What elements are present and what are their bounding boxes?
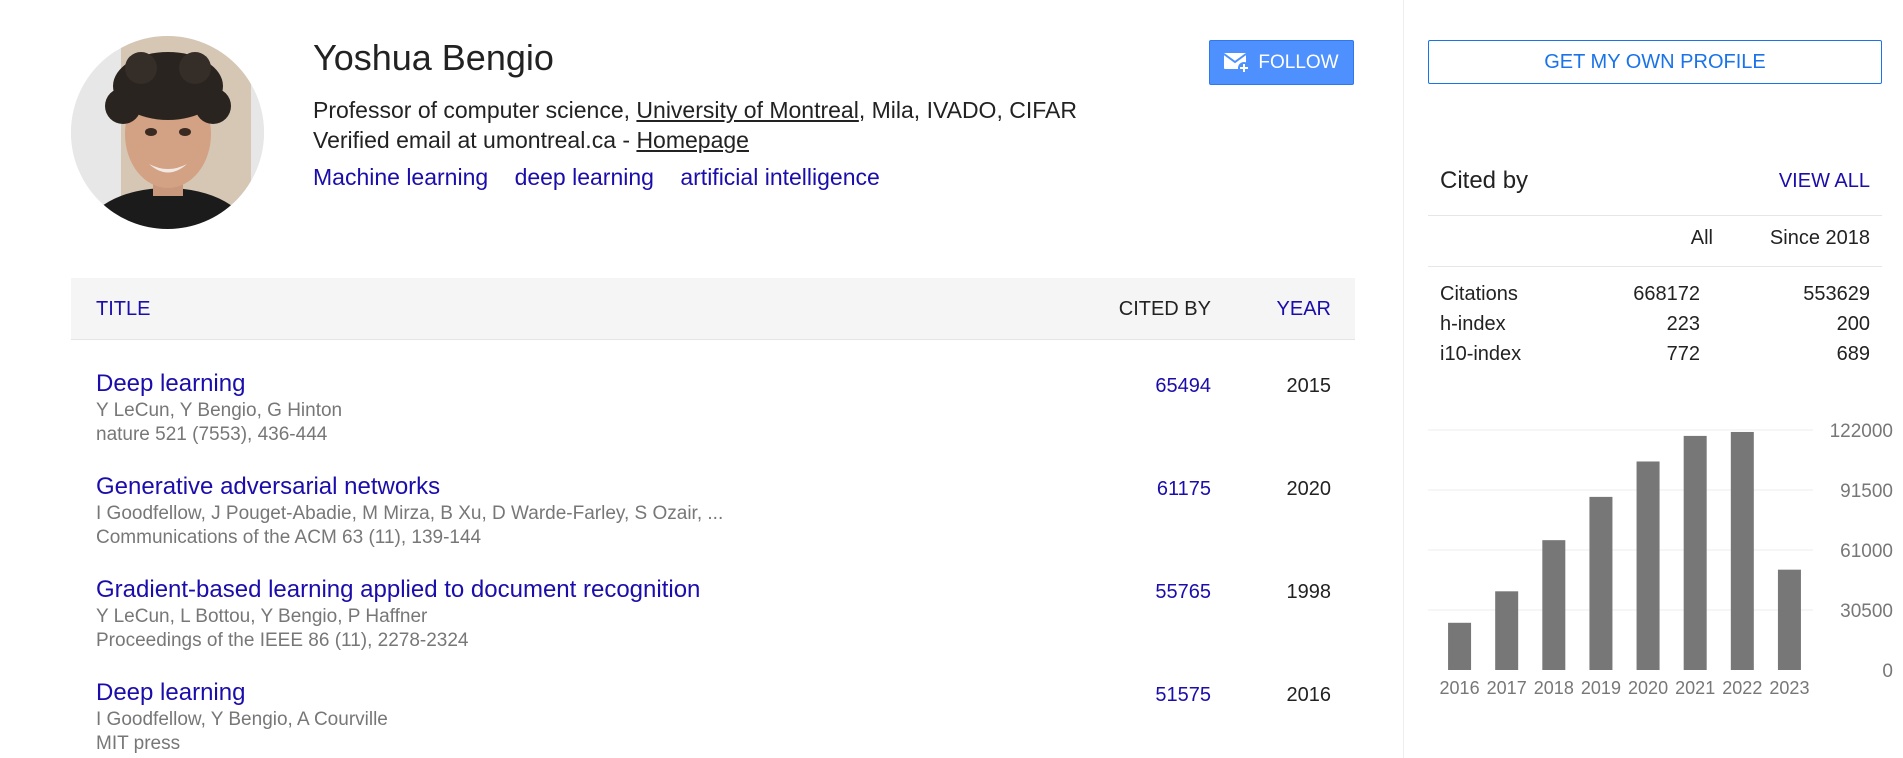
x-tick-label: 2018 (1534, 678, 1574, 698)
sort-by-year[interactable]: YEAR (1277, 278, 1331, 340)
y-tick-label: 61000 (1840, 541, 1893, 562)
chart-bar-2022 (1730, 431, 1754, 670)
divider (1428, 266, 1882, 267)
divider (1428, 215, 1882, 216)
profile-photo (71, 36, 264, 229)
table-row: Gradient-based learning applied to docum… (71, 575, 1355, 678)
chart-bar-2020 (1636, 461, 1660, 670)
homepage-link[interactable]: Homepage (636, 127, 749, 153)
article-cited-by-link[interactable]: 65494 (1155, 373, 1211, 399)
stat-row-h-index: h-index 223 200 (1440, 309, 1870, 339)
affiliation-line: Professor of computer science, Universit… (313, 96, 1077, 124)
chart-bar-2018 (1542, 540, 1566, 670)
article-venue: MIT press (96, 733, 181, 754)
email-line: Verified email at umontreal.ca - Homepag… (313, 126, 749, 154)
articles-table-header: TITLE CITED BY YEAR (71, 278, 1355, 340)
affiliation-suffix: , Mila, IVADO, CIFAR (858, 97, 1077, 123)
avatar-portrait-icon (71, 36, 264, 229)
article-authors: I Goodfellow, J Pouget-Abadie, M Mirza, … (96, 503, 724, 524)
sort-by-cited-by[interactable]: CITED BY (1119, 278, 1211, 340)
x-tick-label: 2017 (1487, 678, 1527, 698)
get-my-own-profile-button[interactable]: GET MY OWN PROFILE (1428, 40, 1882, 84)
article-authors: I Goodfellow, Y Bengio, A Courville (96, 709, 388, 730)
sidebar-divider (1403, 0, 1404, 758)
table-row: Generative adversarial networks I Goodfe… (71, 472, 1355, 575)
article-cited-by-link[interactable]: 51575 (1155, 682, 1211, 708)
stat-row-i10-index: i10-index 772 689 (1440, 339, 1870, 369)
article-cited-by-link[interactable]: 61175 (1157, 476, 1211, 502)
article-venue: nature 521 (7553), 436-444 (96, 424, 328, 445)
article-venue: Communications of the ACM 63 (11), 139-1… (96, 527, 482, 548)
stats-column-since: Since 2018 (1769, 227, 1870, 249)
stat-since: 553629 (1803, 283, 1870, 305)
x-tick-label: 2020 (1628, 678, 1668, 698)
stat-label: h-index (1440, 313, 1506, 335)
article-year: 2016 (1286, 684, 1332, 706)
stat-since: 689 (1836, 343, 1870, 365)
interest-link[interactable]: Machine learning (313, 164, 488, 190)
article-year: 2020 (1286, 478, 1332, 500)
follow-button[interactable]: FOLLOW (1209, 40, 1354, 85)
chart-bar-2016 (1448, 622, 1472, 670)
research-interests: Machine learning deep learning artificia… (313, 163, 900, 191)
x-tick-label: 2016 (1440, 678, 1480, 698)
chart-bar-2021 (1683, 435, 1707, 670)
chart-bar-2023 (1777, 569, 1801, 670)
y-tick-label: 91500 (1840, 481, 1893, 502)
x-tick-label: 2019 (1581, 678, 1621, 698)
article-authors: Y LeCun, Y Bengio, G Hinton (96, 400, 343, 421)
chart-bar-2017 (1495, 591, 1519, 670)
article-cited-by-link[interactable]: 55765 (1155, 579, 1211, 605)
stat-label: i10-index (1440, 343, 1522, 365)
citations-bar-chart: 0 30500 61000 91500 122000 2016 2017 2018 2019 20… (1428, 421, 1893, 698)
stat-label: Citations (1440, 283, 1518, 305)
view-all-link[interactable]: VIEW ALL (1779, 169, 1870, 193)
stat-all: 772 (1666, 343, 1700, 365)
y-tick-label: 30500 (1840, 601, 1893, 622)
stat-all: 668172 (1633, 283, 1700, 305)
article-venue: Proceedings of the IEEE 86 (11), 2278-23… (96, 630, 469, 651)
citations-per-year-chart: 0 30500 61000 91500 122000 2016 2017 2018 2019 20… (1428, 415, 1903, 700)
stat-row-citations: Citations 668172 553629 (1440, 279, 1870, 309)
sort-by-title[interactable]: TITLE (96, 278, 150, 340)
affiliation-link[interactable]: University of Montreal (636, 97, 858, 123)
article-title-link[interactable]: Deep learning (96, 678, 245, 708)
article-title-link[interactable]: Deep learning (96, 369, 245, 399)
cited-by-heading: Cited by (1440, 167, 1529, 194)
article-authors: Y LeCun, L Bottou, Y Bengio, P Haffner (96, 606, 428, 627)
article-year: 2015 (1286, 375, 1332, 397)
x-tick-label: 2022 (1722, 678, 1762, 698)
article-title-link[interactable]: Gradient-based learning applied to docum… (96, 575, 700, 605)
y-tick-label: 122000 (1830, 421, 1893, 442)
stat-since: 200 (1836, 313, 1870, 335)
mail-plus-icon (1224, 52, 1251, 74)
follow-label: FOLLOW (1258, 51, 1339, 73)
y-tick-label: 0 (1882, 661, 1893, 682)
table-row: Deep learning Y LeCun, Y Bengio, G Hinto… (71, 369, 1355, 472)
chart-bar-2019 (1589, 496, 1613, 670)
article-year: 1998 (1286, 581, 1332, 603)
verified-email: Verified email at umontreal.ca - (313, 127, 637, 153)
table-row: Deep learning I Goodfellow, Y Bengio, A … (71, 678, 1355, 758)
x-tick-label: 2021 (1675, 678, 1715, 698)
affiliation-prefix: Professor of computer science, (313, 97, 637, 123)
stats-column-all: All (1690, 227, 1713, 249)
article-title-link[interactable]: Generative adversarial networks (96, 472, 440, 502)
stat-all: 223 (1666, 313, 1700, 335)
x-tick-label: 2023 (1769, 678, 1809, 698)
interest-link[interactable]: artificial intelligence (680, 164, 879, 190)
interest-link[interactable]: deep learning (515, 164, 654, 190)
profile-name: Yoshua Bengio (313, 37, 554, 78)
